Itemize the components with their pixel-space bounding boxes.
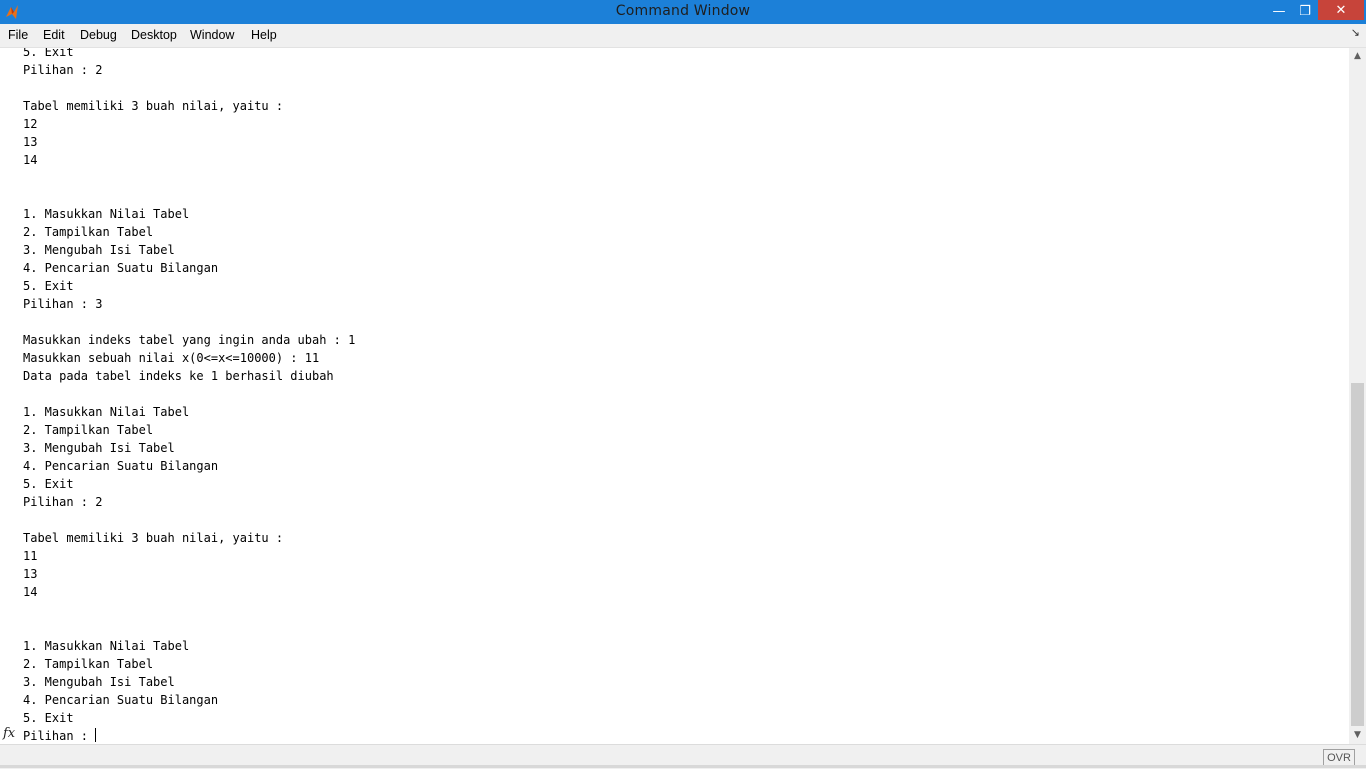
menu-desktop[interactable]: Desktop [131,28,177,42]
console-line: 12 [23,117,38,131]
function-browser-icon[interactable]: fx [3,726,15,741]
scroll-up-arrow-icon[interactable]: ▲ [1349,48,1366,65]
console-line: Masukkan sebuah nilai x(0<=x<=10000) : 1… [23,351,320,365]
console-line: 4. Pencarian Suatu Bilangan [23,693,219,707]
maximize-button[interactable]: ❐ [1292,0,1318,22]
console-line: Data pada tabel indeks ke 1 berhasil diu… [23,369,334,383]
console-line: 3. Mengubah Isi Tabel [23,243,175,257]
console-line: 5. Exit [23,711,74,725]
console-line: 1. Masukkan Nilai Tabel [23,207,190,221]
console-line: 1. Masukkan Nilai Tabel [23,639,190,653]
console-line: 3. Mengubah Isi Tabel [23,441,175,455]
console-line: 2. Tampilkan Tabel [23,423,154,437]
console-line: 2. Tampilkan Tabel [23,225,154,239]
command-window-output[interactable]: 5. Exit Pilihan : 2 Tabel memiliki 3 buah… [0,48,1350,744]
menu-bar: File Edit Debug Desktop Window Help ↘ [0,24,1366,48]
close-button[interactable]: ✕ [1318,0,1364,20]
console-line: 11 [23,549,38,563]
scroll-down-arrow-icon[interactable]: ▼ [1349,727,1366,744]
console-line: Tabel memiliki 3 buah nilai, yaitu : [23,531,284,545]
scroll-thumb[interactable] [1351,383,1364,726]
console-line: 2. Tampilkan Tabel [23,657,154,671]
text-caret [95,728,97,742]
menu-edit[interactable]: Edit [43,28,65,42]
menu-help[interactable]: Help [251,28,277,42]
menu-debug[interactable]: Debug [80,28,117,42]
console-line: 1. Masukkan Nilai Tabel [23,405,190,419]
console-line: Masukkan indeks tabel yang ingin anda ub… [23,333,356,347]
title-bar: Command Window — ❐ ✕ [0,0,1366,24]
console-line: 5. Exit [23,48,74,59]
console-line: 13 [23,567,38,581]
minimize-button[interactable]: — [1266,0,1292,22]
console-output-lines: 5. Exit Pilihan : 2 Tabel memiliki 3 buah… [23,48,355,727]
console-line: 5. Exit [23,477,74,491]
console-line: Pilihan : 3 [23,297,103,311]
undock-icon[interactable]: ↘ [1351,26,1360,39]
console-line: 3. Mengubah Isi Tabel [23,675,175,689]
console-line: Pilihan : 2 [23,63,103,77]
console-line: Tabel memiliki 3 buah nilai, yaitu : [23,99,284,113]
console-line: 5. Exit [23,279,74,293]
window-title: Command Window [615,3,751,19]
console-line: 13 [23,135,38,149]
menu-file[interactable]: File [8,28,28,42]
console-line: Pilihan : 2 [23,495,103,509]
vertical-scrollbar[interactable]: ▲ ▼ [1349,48,1366,744]
command-input-line[interactable]: Pilihan : [23,727,97,745]
console-line: 14 [23,585,38,599]
console-line: 4. Pencarian Suatu Bilangan [23,459,219,473]
console-line: 4. Pencarian Suatu Bilangan [23,261,219,275]
menu-window[interactable]: Window [190,28,234,42]
prompt-text: Pilihan : [23,729,96,743]
console-line: 14 [23,153,38,167]
